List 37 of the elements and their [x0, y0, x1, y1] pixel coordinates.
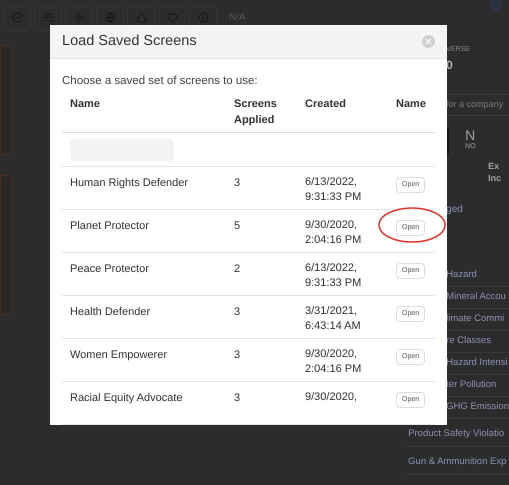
column-header: Name [69, 97, 101, 112]
table-cell-text: 9/30/2020, [304, 390, 358, 405]
sliders-icon [42, 12, 54, 23]
table-cell-text: 6/13/2022, 9:31:33 PM [304, 261, 362, 291]
card-text: Ex [488, 160, 500, 172]
triangle-icon [136, 12, 146, 23]
list-item[interactable]: Gun & Ammunition Exp [406, 450, 509, 474]
table-cell-text: 3 [233, 348, 242, 363]
column-header: Created [304, 97, 347, 112]
table-cell-text: Racial Equity Advocate [69, 391, 184, 406]
dialog-title: Load Saved Screens [62, 32, 197, 50]
edit-icon [490, 0, 501, 11]
table-cell-text: 3 [233, 305, 242, 320]
heart-icon [166, 12, 178, 23]
table-cell-text: Peace Protector [69, 262, 150, 277]
table-cell-text: Health Defender [69, 305, 152, 320]
table-cell-text: 2 [233, 262, 242, 277]
card-title: N [465, 128, 476, 142]
table-cell-text: 9/30/2020, 2:04:16 PM [304, 218, 362, 248]
dialog-intro: Choose a saved set of screens to use: [62, 74, 259, 89]
card-text: Inc [488, 172, 502, 184]
table-cell-text: Human Rights Defender [69, 176, 190, 191]
table-cell-text: 3 [233, 176, 242, 191]
table-cell-text: 3 [233, 391, 242, 406]
column-header: Screens Applied [233, 97, 278, 128]
globe-icon [104, 12, 116, 23]
tag-label: ged [445, 202, 464, 216]
sun-icon [74, 12, 84, 23]
table-cell-text: 5 [233, 219, 242, 234]
table-cell-text: 6/13/2022, 9:31:33 PM [304, 175, 362, 205]
table-cell-text: Planet Protector [69, 219, 150, 234]
table-cell-text: 3/31/2021, 6:43:14 AM [304, 304, 362, 334]
close-icon [424, 36, 433, 46]
table-cell-text: Women Empowerer [69, 348, 168, 363]
table-cell-text: 9/30/2020, 2:04:16 PM [304, 347, 362, 377]
minus-circle-icon [12, 12, 22, 23]
info-icon [198, 12, 208, 23]
